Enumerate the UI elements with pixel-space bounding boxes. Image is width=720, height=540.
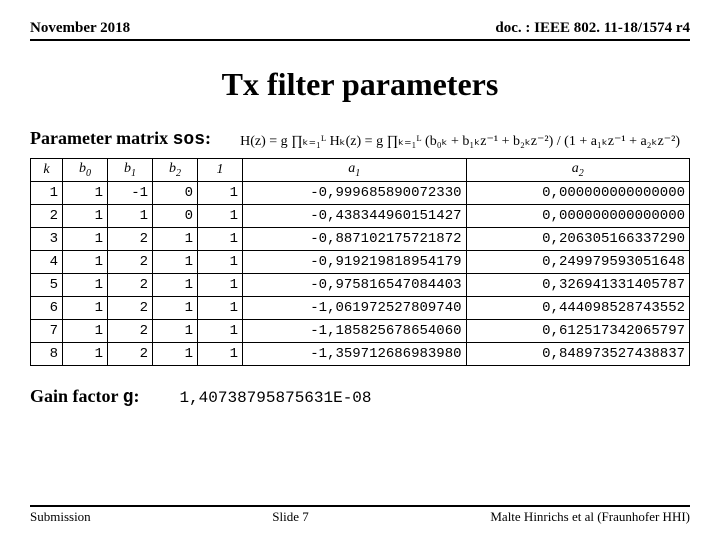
cell-b0: 1 xyxy=(63,205,108,228)
cell-a2: 0,249979593051648 xyxy=(466,251,690,274)
cell-b0: 1 xyxy=(63,274,108,297)
cell-k: 7 xyxy=(31,320,63,343)
page-title: Tx filter parameters xyxy=(30,66,690,103)
table-row: 81211-1,3597126869839800,848973527438837 xyxy=(31,343,690,366)
cell-b2: 1 xyxy=(153,297,198,320)
table-header-row: k b0 b1 b2 1 a1 a2 xyxy=(31,159,690,182)
cell-b0: 1 xyxy=(63,251,108,274)
cell-a1: -0,438344960151427 xyxy=(243,205,467,228)
cell-b2: 0 xyxy=(153,182,198,205)
table-row: 51211-0,9758165470844030,326941331405787 xyxy=(31,274,690,297)
table-row: 41211-0,9192198189541790,249979593051648 xyxy=(31,251,690,274)
param-matrix-label: Parameter matrix sos: xyxy=(30,128,211,150)
header: November 2018 doc. : IEEE 802. 11-18/157… xyxy=(30,20,690,41)
transfer-function-formula: H(z) = g ∏ₖ₌₁ᴸ Hₖ(z) = g ∏ₖ₌₁ᴸ (b₀ₖ + b₁… xyxy=(240,133,680,150)
gain-label-code: g xyxy=(123,388,134,408)
gain-label-suffix: : xyxy=(133,386,139,406)
cell-b1: 2 xyxy=(108,228,153,251)
col-k: k xyxy=(31,159,63,182)
col-b2: b2 xyxy=(153,159,198,182)
cell-b1: -1 xyxy=(108,182,153,205)
cell-k: 1 xyxy=(31,182,63,205)
param-label-prefix: Parameter matrix xyxy=(30,128,173,148)
cell-b0: 1 xyxy=(63,343,108,366)
cell-b2: 1 xyxy=(153,251,198,274)
col-a2: a2 xyxy=(466,159,690,182)
cell-a2: 0,326941331405787 xyxy=(466,274,690,297)
cell-k: 6 xyxy=(31,297,63,320)
footer-left: Submission xyxy=(30,509,91,525)
param-matrix-row: Parameter matrix sos: H(z) = g ∏ₖ₌₁ᴸ Hₖ(… xyxy=(30,128,690,150)
cell-one: 1 xyxy=(198,320,243,343)
col-b1: b1 xyxy=(108,159,153,182)
cell-one: 1 xyxy=(198,251,243,274)
table-row: 61211-1,0619725278097400,444098528743552 xyxy=(31,297,690,320)
cell-a1: -1,061972527809740 xyxy=(243,297,467,320)
cell-b1: 2 xyxy=(108,343,153,366)
table-row: 31211-0,8871021757218720,206305166337290 xyxy=(31,228,690,251)
param-label-code: sos xyxy=(173,130,205,150)
cell-k: 3 xyxy=(31,228,63,251)
cell-one: 1 xyxy=(198,228,243,251)
cell-a2: 0,612517342065797 xyxy=(466,320,690,343)
cell-a2: 0,000000000000000 xyxy=(466,205,690,228)
cell-a1: -1,359712686983980 xyxy=(243,343,467,366)
cell-k: 8 xyxy=(31,343,63,366)
cell-k: 4 xyxy=(31,251,63,274)
table-row: 21101-0,4383449601514270,000000000000000 xyxy=(31,205,690,228)
cell-one: 1 xyxy=(198,205,243,228)
cell-b2: 0 xyxy=(153,205,198,228)
cell-one: 1 xyxy=(198,343,243,366)
table-row: 11-101-0,9996858900723300,00000000000000… xyxy=(31,182,690,205)
cell-one: 1 xyxy=(198,297,243,320)
col-b0: b0 xyxy=(63,159,108,182)
cell-b0: 1 xyxy=(63,320,108,343)
cell-a1: -0,887102175721872 xyxy=(243,228,467,251)
cell-b1: 2 xyxy=(108,274,153,297)
gain-row: Gain factor g: 1,40738795875631E-08 xyxy=(30,386,690,408)
cell-a2: 0,444098528743552 xyxy=(466,297,690,320)
cell-a1: -1,185825678654060 xyxy=(243,320,467,343)
cell-a1: -0,919219818954179 xyxy=(243,251,467,274)
cell-b1: 2 xyxy=(108,251,153,274)
footer: Submission Slide 7 Malte Hinrichs et al … xyxy=(30,505,690,525)
footer-center: Slide 7 xyxy=(272,509,308,525)
cell-a2: 0,206305166337290 xyxy=(466,228,690,251)
header-date: November 2018 xyxy=(30,20,130,37)
cell-b1: 2 xyxy=(108,297,153,320)
gain-label: Gain factor g: xyxy=(30,386,139,408)
sos-table: k b0 b1 b2 1 a1 a2 11-101-0,999685890072… xyxy=(30,158,690,366)
cell-b0: 1 xyxy=(63,228,108,251)
cell-a2: 0,848973527438837 xyxy=(466,343,690,366)
cell-one: 1 xyxy=(198,274,243,297)
cell-b2: 1 xyxy=(153,320,198,343)
cell-b0: 1 xyxy=(63,182,108,205)
cell-b2: 1 xyxy=(153,274,198,297)
col-one: 1 xyxy=(198,159,243,182)
cell-b1: 1 xyxy=(108,205,153,228)
cell-b1: 2 xyxy=(108,320,153,343)
cell-b2: 1 xyxy=(153,228,198,251)
footer-right: Malte Hinrichs et al (Fraunhofer HHI) xyxy=(490,509,690,525)
cell-b2: 1 xyxy=(153,343,198,366)
cell-b0: 1 xyxy=(63,297,108,320)
header-doc-id: doc. : IEEE 802. 11-18/1574 r4 xyxy=(495,20,690,37)
cell-a1: -0,999685890072330 xyxy=(243,182,467,205)
table-row: 71211-1,1858256786540600,612517342065797 xyxy=(31,320,690,343)
gain-value: 1,40738795875631E-08 xyxy=(179,389,371,407)
cell-one: 1 xyxy=(198,182,243,205)
col-a1: a1 xyxy=(243,159,467,182)
gain-label-prefix: Gain factor xyxy=(30,386,123,406)
cell-k: 5 xyxy=(31,274,63,297)
param-label-suffix: : xyxy=(205,128,211,148)
cell-a1: -0,975816547084403 xyxy=(243,274,467,297)
cell-k: 2 xyxy=(31,205,63,228)
cell-a2: 0,000000000000000 xyxy=(466,182,690,205)
